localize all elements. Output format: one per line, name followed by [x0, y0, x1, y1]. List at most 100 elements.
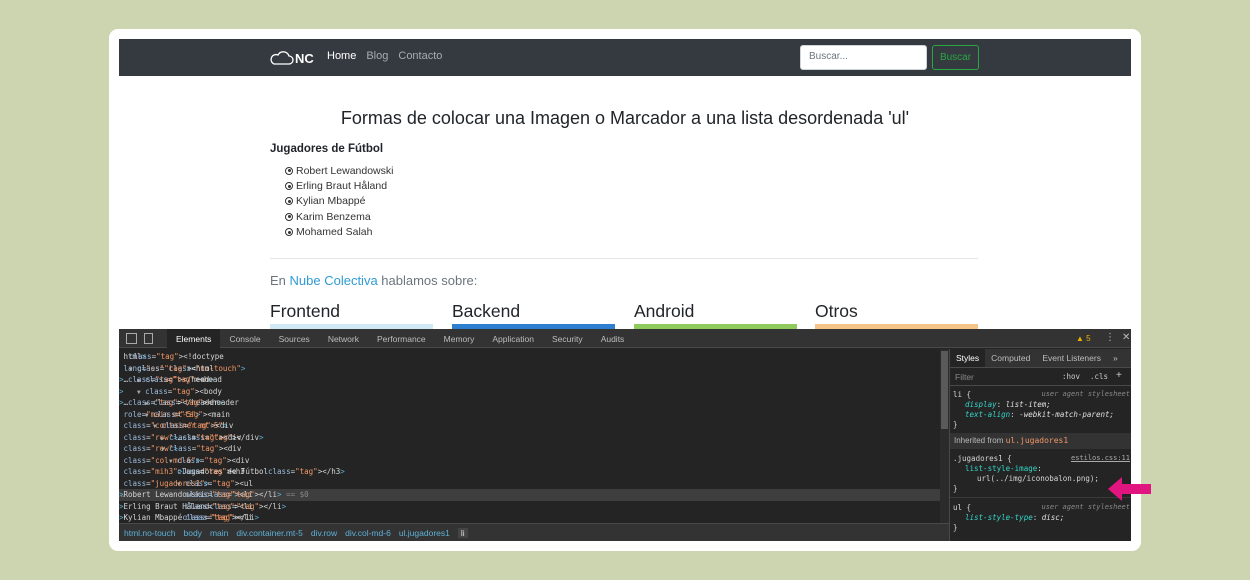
css-declaration: display: list-item;: [965, 400, 1051, 409]
dom-node-line[interactable]: ▼ class="tag"><html lang="es" class="no-…: [119, 363, 940, 375]
category-android[interactable]: Android: [634, 301, 694, 322]
breadcrumb-item[interactable]: div.container.mt-5: [236, 528, 302, 538]
search-input[interactable]: Buscar...: [800, 45, 927, 70]
css-rule-jugadores1: .jugadores1 { estilos.css:11 list-style-…: [950, 451, 1131, 498]
css-declaration: list-style-type: disc;: [965, 513, 1065, 522]
breadcrumb: html.no-touch body main div.container.mt…: [119, 523, 949, 541]
page-title: Formas de colocar una Imagen o Marcador …: [340, 108, 910, 128]
rule-selector: ul {: [953, 503, 972, 512]
rule-close: }: [953, 484, 958, 493]
soccer-ball-icon: [285, 182, 293, 191]
filter-input[interactable]: Filter: [955, 372, 1055, 384]
hov-toggle[interactable]: :hov: [1062, 372, 1080, 381]
styles-filter-bar: Filter :hov .cls +: [950, 369, 1131, 386]
tab-console[interactable]: Console: [220, 329, 269, 348]
list-heading: Jugadores de Fútbol: [270, 143, 384, 155]
cloud-icon: [270, 51, 294, 65]
rule-close: }: [953, 420, 958, 429]
brand-logo[interactable]: NC: [269, 47, 314, 69]
inherited-selector[interactable]: ul.jugadores1: [1006, 436, 1069, 445]
breadcrumb-item[interactable]: div.col-md-6: [345, 528, 391, 538]
close-icon[interactable]: ✕: [1122, 332, 1130, 343]
breadcrumb-item[interactable]: body: [184, 528, 202, 538]
dom-node-line[interactable]: class="tag"><li >Erling Braut Hålandclass…: [119, 501, 940, 513]
rule-source-link[interactable]: estilos.css:11: [1071, 454, 1130, 462]
new-rule-icon[interactable]: +: [1116, 370, 1122, 381]
nav-links: Home Blog Contacto: [327, 50, 442, 62]
tab-memory[interactable]: Memory: [435, 329, 484, 348]
soccer-ball-icon: [285, 212, 293, 221]
list-item: Erling Braut Håland: [285, 178, 393, 193]
dom-node-line[interactable]: … class="tag"><li >Robert Lewandowskiclass…: [119, 489, 940, 501]
category-frontend[interactable]: Frontend: [270, 301, 340, 322]
dom-node-line[interactable]: ▼ class="tag"><ul class="jugadores1">: [119, 478, 940, 490]
dom-node-line[interactable]: ▼ class="tag"><main role="main mt-5">: [119, 409, 940, 421]
dom-node-line[interactable]: ▼ class="tag"><div class="col-md-6">: [119, 455, 940, 467]
tab-elements[interactable]: Elements: [167, 329, 221, 348]
nav-link-blog[interactable]: Blog: [366, 50, 388, 62]
nube-colectiva-link[interactable]: Nube Colectiva: [290, 273, 378, 288]
breadcrumb-item[interactable]: div.row: [311, 528, 337, 538]
players-list: Robert Lewandowski Erling Braut Håland K…: [285, 163, 393, 240]
dom-node-line[interactable]: ▶ class="tag"><head >…class="tag"></head>: [119, 374, 940, 386]
list-item: Robert Lewandowski: [285, 163, 393, 178]
scrollbar-thumb[interactable]: [941, 351, 948, 429]
more-tabs-icon[interactable]: »: [1107, 349, 1124, 367]
rule-source: user agent stylesheet: [1041, 390, 1130, 398]
dom-node-line[interactable]: ▶ class="tag"><div class="row">…class="t…: [119, 432, 940, 444]
about-text: En Nube Colectiva hablamos sobre:: [270, 273, 478, 288]
tab-sources[interactable]: Sources: [270, 329, 319, 348]
brand-text: NC: [295, 50, 314, 66]
navbar: NC Home Blog Contacto Buscar... Buscar: [119, 39, 1131, 76]
warning-badge[interactable]: ▲ 5: [1076, 334, 1091, 343]
list-item: Mohamed Salah: [285, 225, 393, 240]
tab-styles[interactable]: Styles: [950, 349, 986, 367]
css-rule-li: li { user agent stylesheet display: list…: [950, 388, 1131, 438]
dom-node-line[interactable]: ▼ class="tag"><body >: [119, 386, 940, 398]
tab-computed[interactable]: Computed: [985, 349, 1036, 367]
device-toggle-icon[interactable]: [144, 333, 153, 344]
category-otros[interactable]: Otros: [815, 301, 858, 322]
inspect-icon[interactable]: [126, 333, 137, 344]
nav-link-contacto[interactable]: Contacto: [398, 50, 442, 62]
tab-event-listeners[interactable]: Event Listeners: [1036, 349, 1107, 367]
breadcrumb-item[interactable]: main: [210, 528, 228, 538]
breadcrumb-item[interactable]: ul.jugadores1: [399, 528, 450, 538]
soccer-ball-icon: [285, 166, 293, 175]
dom-node-line[interactable]: class="tag"><li >Kylian Mbappéclass="tag"…: [119, 512, 940, 524]
search-button[interactable]: Buscar: [932, 45, 979, 70]
rule-selector: li {: [953, 390, 972, 399]
dom-scrollbar[interactable]: [940, 349, 949, 523]
devtools-tabbar: Elements Console Sources Network Perform…: [119, 329, 1131, 348]
css-rule-ul: ul { user agent stylesheet list-style-ty…: [950, 501, 1131, 541]
tab-audits[interactable]: Audits: [592, 329, 634, 348]
styles-tabbar: Styles Computed Event Listeners »: [950, 349, 1131, 368]
styles-pane: Styles Computed Event Listeners » Filter…: [949, 349, 1131, 541]
css-declaration: text-align: -webkit-match-parent;: [965, 410, 1115, 419]
breadcrumb-item[interactable]: html.no-touch: [124, 528, 176, 538]
category-backend[interactable]: Backend: [452, 301, 520, 322]
rule-close: }: [953, 523, 958, 532]
rule-source: user agent stylesheet: [1041, 503, 1130, 511]
dom-node-line[interactable]: ▶ class="tag"><header >…class="tag"></hea…: [119, 397, 940, 409]
dom-node-line[interactable]: class="tag"><!doctype html>: [119, 351, 940, 363]
breadcrumb-item-current[interactable]: li: [457, 527, 468, 538]
tab-security[interactable]: Security: [543, 329, 592, 348]
rule-selector: .jugadores1 {: [953, 454, 1012, 463]
tab-performance[interactable]: Performance: [368, 329, 435, 348]
list-item: Kylian Mbappé: [285, 194, 393, 209]
css-declaration: list-style-image:: [965, 464, 1042, 473]
cls-toggle[interactable]: .cls: [1090, 372, 1108, 381]
nav-link-home[interactable]: Home: [327, 50, 356, 62]
more-options-icon[interactable]: ⋮: [1105, 332, 1115, 343]
dom-node-line[interactable]: ▼ class="tag"><div class="row">: [119, 443, 940, 455]
soccer-ball-icon: [285, 228, 293, 237]
dom-node-line[interactable]: class="tag"><h3 class="mih3">Jugadores d…: [119, 466, 940, 478]
soccer-ball-icon: [285, 197, 293, 206]
tab-application[interactable]: Application: [483, 329, 543, 348]
tab-network[interactable]: Network: [319, 329, 368, 348]
css-value: url(../img/iconobalon.png);: [977, 474, 1099, 483]
dom-node-line[interactable]: ▼ class="tag"><div class="container mt-5…: [119, 420, 940, 432]
browser-viewport: NC Home Blog Contacto Buscar... Buscar F…: [119, 39, 1131, 541]
divider: [270, 258, 978, 259]
